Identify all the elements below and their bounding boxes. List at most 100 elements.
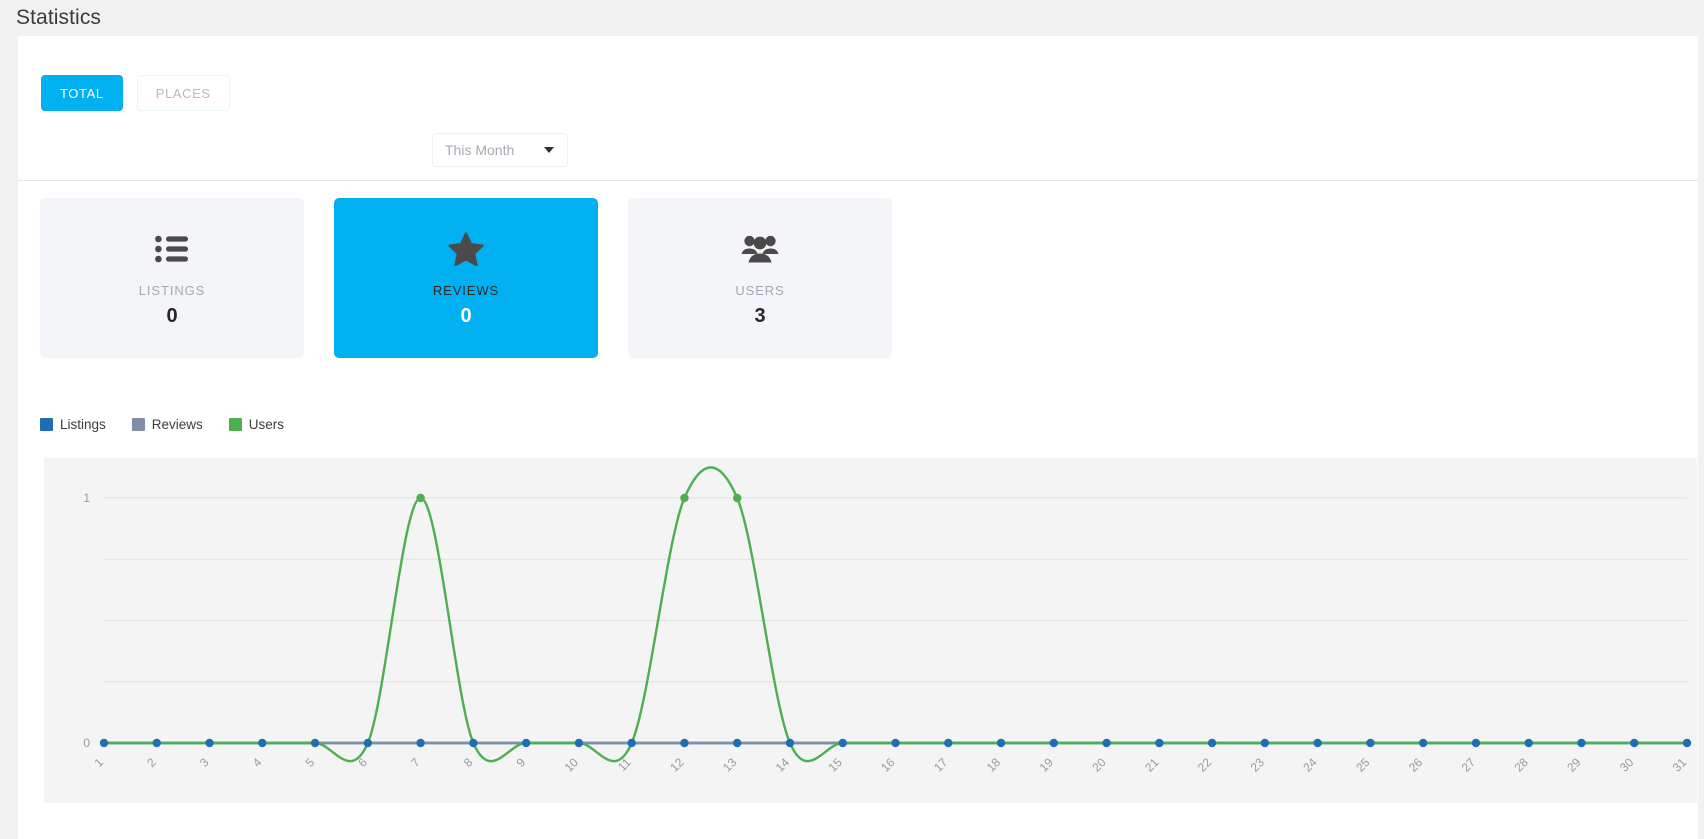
data-point-listings[interactable]	[997, 739, 1005, 747]
x-axis-tick-label: 1	[91, 755, 106, 770]
series-line-users	[104, 467, 1687, 761]
x-axis-tick-label: 16	[878, 755, 898, 775]
period-select-value: This Month	[433, 142, 544, 158]
data-point-listings[interactable]	[575, 739, 583, 747]
window-header-bar: Statistics	[0, 0, 1704, 36]
data-point-listings[interactable]	[627, 739, 635, 747]
data-point-listings[interactable]	[1683, 739, 1691, 747]
x-axis-tick-label: 7	[408, 755, 423, 770]
data-point-listings[interactable]	[680, 739, 688, 747]
x-axis-tick-label: 18	[984, 755, 1004, 775]
data-point-listings[interactable]	[1472, 739, 1480, 747]
stat-card-reviews-value: 0	[460, 305, 471, 328]
chart-gridlines	[104, 498, 1687, 682]
page-title: Statistics	[16, 4, 101, 32]
tab-places[interactable]: PLACES	[137, 75, 230, 111]
legend-item-listings[interactable]: Listings	[40, 417, 106, 432]
legend-swatch-reviews	[132, 418, 145, 431]
x-axis-tick-label: 23	[1248, 755, 1268, 775]
x-axis-tick-label: 12	[667, 755, 687, 775]
data-point-listings[interactable]	[1208, 739, 1216, 747]
star-icon	[448, 229, 484, 269]
data-point-users[interactable]	[416, 494, 424, 502]
x-axis-tick-label: 11	[615, 755, 634, 774]
stat-card-listings-value: 0	[166, 305, 177, 328]
chart-canvas: 01 1234567891011121314151617181920212223…	[44, 458, 1697, 803]
data-point-listings[interactable]	[153, 739, 161, 747]
data-point-listings[interactable]	[891, 739, 899, 747]
tab-total-label: TOTAL	[60, 86, 104, 101]
statistics-panel: TOTAL PLACES This Month	[18, 36, 1698, 839]
list-icon	[155, 229, 189, 269]
data-point-listings[interactable]	[944, 739, 952, 747]
data-point-listings[interactable]	[311, 739, 319, 747]
data-point-listings[interactable]	[1419, 739, 1427, 747]
stat-card-users[interactable]: USERS 3	[628, 198, 892, 358]
stat-card-listings[interactable]: LISTINGS 0	[40, 198, 304, 358]
data-point-listings[interactable]	[258, 739, 266, 747]
data-point-listings[interactable]	[1050, 739, 1058, 747]
chart-y-axis-labels: 01	[83, 491, 90, 750]
legend-label-listings: Listings	[60, 417, 106, 432]
x-axis-tick-label: 30	[1617, 755, 1637, 775]
x-axis-tick-label: 24	[1300, 755, 1320, 775]
x-axis-tick-label: 17	[931, 755, 951, 775]
data-point-listings[interactable]	[469, 739, 477, 747]
data-point-listings[interactable]	[1313, 739, 1321, 747]
data-point-listings[interactable]	[733, 739, 741, 747]
x-axis-tick-label: 15	[826, 755, 846, 775]
stat-card-users-label: USERS	[735, 283, 784, 298]
x-axis-tick-label: 5	[303, 755, 318, 770]
x-axis-tick-label: 25	[1353, 755, 1373, 775]
x-axis-tick-label: 3	[197, 755, 212, 770]
stat-card-listings-label: LISTINGS	[139, 283, 205, 298]
data-point-listings[interactable]	[1525, 739, 1533, 747]
x-axis-tick-label: 28	[1511, 755, 1531, 775]
data-point-listings[interactable]	[205, 739, 213, 747]
stat-card-reviews-label: REVIEWS	[433, 283, 499, 298]
scope-tab-group: TOTAL PLACES	[41, 75, 230, 111]
period-select[interactable]: This Month	[432, 133, 568, 167]
data-point-users[interactable]	[680, 494, 688, 502]
legend-item-users[interactable]: Users	[229, 417, 284, 432]
x-axis-tick-label: 20	[1089, 755, 1109, 775]
stat-card-reviews[interactable]: REVIEWS 0	[334, 198, 598, 358]
legend-label-reviews: Reviews	[152, 417, 203, 432]
data-point-listings[interactable]	[100, 739, 108, 747]
data-point-listings[interactable]	[1366, 739, 1374, 747]
data-point-listings[interactable]	[522, 739, 530, 747]
x-axis-tick-label: 14	[773, 755, 793, 775]
x-axis-tick-label: 26	[1406, 755, 1426, 775]
x-axis-tick-label: 27	[1459, 755, 1479, 775]
data-point-listings[interactable]	[416, 739, 424, 747]
x-axis-tick-label: 8	[461, 755, 476, 770]
data-point-users[interactable]	[733, 494, 741, 502]
x-axis-tick-label: 29	[1564, 755, 1584, 775]
x-axis-tick-label: 13	[720, 755, 740, 775]
data-point-listings[interactable]	[1577, 739, 1585, 747]
x-axis-tick-label: 9	[514, 755, 529, 770]
chart-series-lines	[104, 467, 1687, 761]
data-point-listings[interactable]	[1102, 739, 1110, 747]
x-axis-tick-label: 4	[250, 755, 265, 770]
left-gutter	[0, 36, 18, 839]
x-axis-tick-label: 2	[144, 755, 159, 770]
x-axis-tick-label: 22	[1195, 755, 1215, 775]
statistics-toolbar: TOTAL PLACES This Month	[18, 36, 1698, 181]
data-point-listings[interactable]	[786, 739, 794, 747]
y-axis-tick-label: 1	[83, 491, 90, 505]
y-axis-tick-label: 0	[83, 736, 90, 750]
data-point-listings[interactable]	[1261, 739, 1269, 747]
legend-item-reviews[interactable]: Reviews	[132, 417, 203, 432]
x-axis-tick-label: 19	[1037, 755, 1057, 775]
chart-x-axis-labels: 1234567891011121314151617181920212223242…	[91, 755, 1689, 775]
data-point-listings[interactable]	[364, 739, 372, 747]
data-point-listings[interactable]	[1630, 739, 1638, 747]
x-axis-tick-label: 21	[1142, 755, 1162, 775]
data-point-listings[interactable]	[1155, 739, 1163, 747]
stat-card-group: LISTINGS 0 REVIEWS 0	[40, 198, 892, 358]
statistics-chart[interactable]: 01 1234567891011121314151617181920212223…	[44, 458, 1697, 803]
data-point-listings[interactable]	[839, 739, 847, 747]
legend-label-users: Users	[249, 417, 284, 432]
tab-total[interactable]: TOTAL	[41, 75, 123, 111]
